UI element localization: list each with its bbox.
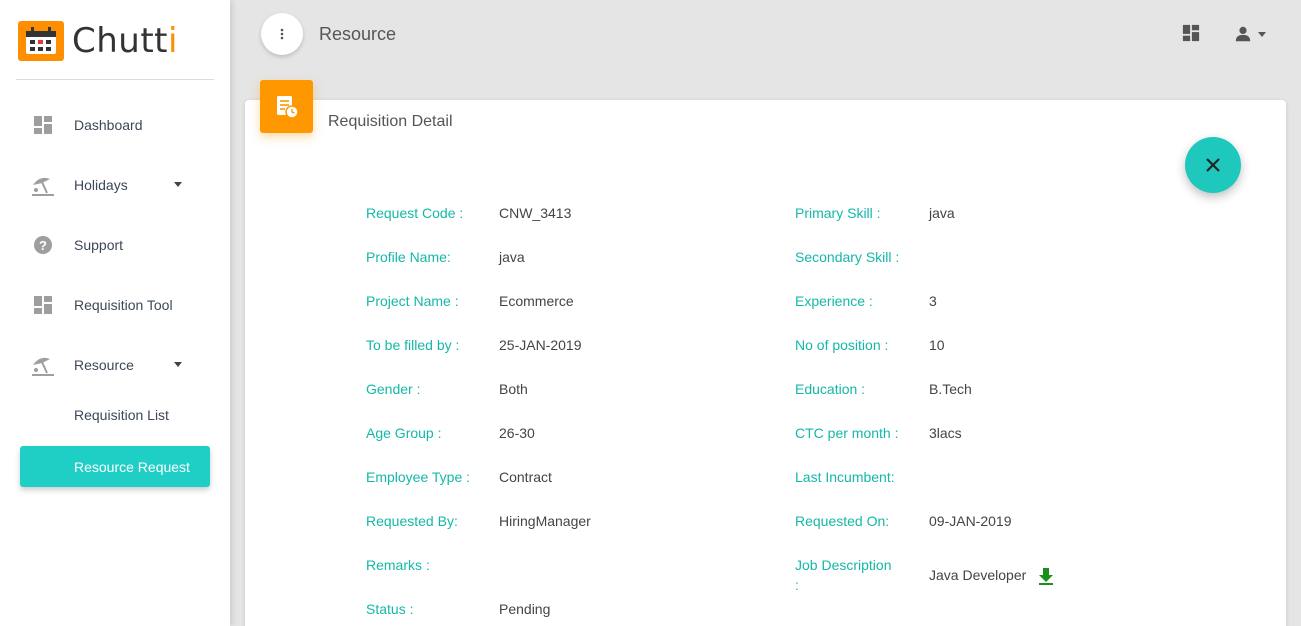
- job-description-label-colon: :: [795, 577, 799, 593]
- caret-down-icon: [1258, 31, 1266, 37]
- filled-by-value: 25-JAN-2019: [499, 337, 582, 353]
- sidebar: Chutti Dashboard Holidays ? Support Requ…: [0, 0, 230, 626]
- calendar-icon: [18, 21, 64, 61]
- profile-name-label: Profile Name:: [366, 249, 451, 265]
- close-button[interactable]: [1185, 137, 1241, 193]
- sidebar-item-label: Resource Request: [74, 458, 190, 475]
- sidebar-item-resource-request[interactable]: Resource Request: [20, 446, 210, 487]
- user-menu-button[interactable]: [1234, 24, 1274, 44]
- sidebar-item-resource[interactable]: Resource: [20, 343, 210, 387]
- project-name-label: Project Name :: [366, 293, 459, 309]
- request-code-label: Request Code :: [366, 205, 464, 221]
- help-icon: ?: [30, 232, 56, 258]
- dashboard-icon: [30, 112, 56, 138]
- positions-label: No of position :: [795, 337, 889, 353]
- app-logo[interactable]: Chutti: [18, 20, 178, 62]
- sidebar-item-requisition-list[interactable]: Requisition List: [20, 393, 210, 437]
- positions-value: 10: [929, 337, 945, 353]
- last-incumbent-label: Last Incumbent:: [795, 469, 895, 485]
- person-icon: [1235, 26, 1251, 42]
- app-name: Chutti: [72, 21, 178, 61]
- beach-icon: [30, 172, 56, 198]
- page-title: Resource: [319, 24, 397, 44]
- gender-value: Both: [499, 381, 528, 397]
- sidebar-divider: [16, 79, 214, 80]
- primary-skill-label: Primary Skill :: [795, 205, 881, 221]
- dashboard-icon: [30, 292, 56, 318]
- more-menu-button[interactable]: [261, 13, 303, 55]
- sidebar-item-label: Holidays: [74, 177, 128, 193]
- sidebar-item-label: Dashboard: [74, 117, 143, 133]
- profile-name-value: java: [499, 249, 525, 265]
- beach-icon: [30, 352, 56, 378]
- project-name-value: Ecommerce: [499, 293, 574, 309]
- age-group-label: Age Group :: [366, 425, 442, 441]
- card-title: Requisition Detail: [328, 113, 453, 130]
- sidebar-item-label: Requisition List: [74, 407, 169, 423]
- sidebar-item-dashboard[interactable]: Dashboard: [20, 103, 210, 147]
- requested-by-label: Requested By:: [366, 513, 458, 529]
- sidebar-item-label: Support: [74, 237, 124, 253]
- secondary-skill-label: Secondary Skill :: [795, 249, 900, 265]
- sidebar-item-label: Requisition Tool: [74, 297, 173, 313]
- primary-skill-value: java: [929, 205, 955, 221]
- age-group-value: 26-30: [499, 425, 535, 441]
- svg-text:?: ?: [39, 238, 47, 253]
- education-label: Education :: [795, 381, 866, 397]
- job-description-label: Job Description: [795, 557, 892, 573]
- more-vert-icon: [280, 28, 284, 40]
- experience-value: 3: [929, 293, 937, 309]
- remarks-label: Remarks :: [366, 557, 430, 573]
- employee-type-value: Contract: [499, 469, 552, 485]
- employee-type-label: Employee Type :: [366, 469, 471, 485]
- job-description-value: Java Developer: [929, 567, 1027, 583]
- education-value: B.Tech: [929, 381, 972, 397]
- request-code-value: CNW_3413: [499, 205, 572, 221]
- ctc-label: CTC per month :: [795, 425, 899, 441]
- dashboard-icon: [1182, 24, 1200, 42]
- dashboard-button[interactable]: [1182, 24, 1202, 44]
- download-icon[interactable]: [1036, 566, 1056, 586]
- status-label: Status :: [366, 601, 414, 617]
- sidebar-item-label: Resource: [74, 357, 134, 373]
- close-icon: [1206, 158, 1220, 172]
- caret-down-icon: [174, 362, 182, 367]
- filled-by-label: To be filled by :: [366, 337, 460, 353]
- sidebar-item-holidays[interactable]: Holidays: [20, 163, 210, 207]
- caret-down-icon: [174, 182, 182, 187]
- gender-label: Gender :: [366, 381, 421, 397]
- sidebar-item-requisition-tool[interactable]: Requisition Tool: [20, 283, 210, 327]
- requested-on-value: 09-JAN-2019: [929, 513, 1012, 529]
- ctc-value: 3lacs: [929, 425, 962, 441]
- document-icon: [260, 80, 313, 133]
- requested-by-value: HiringManager: [499, 513, 591, 529]
- sidebar-item-support[interactable]: ? Support: [20, 223, 210, 267]
- requisition-detail-card: [245, 100, 1286, 626]
- status-value: Pending: [499, 601, 551, 617]
- requested-on-label: Requested On:: [795, 513, 890, 529]
- experience-label: Experience :: [795, 293, 873, 309]
